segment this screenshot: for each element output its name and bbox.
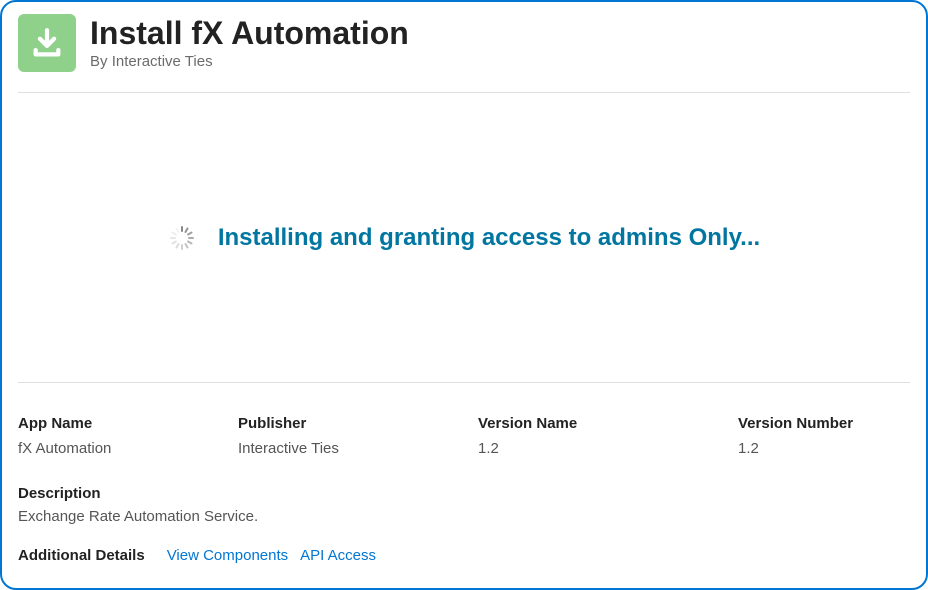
install-status-message: Installing and granting access to admins… (218, 224, 760, 252)
download-icon (18, 14, 76, 72)
description-label: Description (18, 485, 910, 502)
app-details-grid: App Name Publisher Version Name Version … (18, 383, 910, 457)
publisher-name: Interactive Ties (112, 53, 213, 70)
description-block: Description Exchange Rate Automation Ser… (18, 485, 910, 525)
version-name-value: 1.2 (478, 440, 738, 457)
publisher-label: Publisher (238, 415, 478, 432)
header-text: Install fX Automation By Interactive Tie… (90, 16, 409, 70)
spinner-icon (168, 224, 196, 252)
version-number-label: Version Number (738, 415, 910, 432)
app-name-value: fX Automation (18, 440, 238, 457)
additional-details-row: Additional Details View Components API A… (18, 547, 910, 564)
publisher-value: Interactive Ties (238, 440, 478, 457)
view-components-link[interactable]: View Components (167, 547, 288, 564)
description-value: Exchange Rate Automation Service. (18, 508, 910, 525)
api-access-link[interactable]: API Access (300, 547, 376, 564)
page-title: Install fX Automation (90, 16, 409, 51)
publisher-prefix: By (90, 53, 112, 70)
page-header: Install fX Automation By Interactive Tie… (18, 14, 910, 93)
app-name-label: App Name (18, 415, 238, 432)
version-number-value: 1.2 (738, 440, 910, 457)
additional-details-label: Additional Details (18, 547, 145, 564)
install-status-area: Installing and granting access to admins… (18, 93, 910, 383)
publisher-line: By Interactive Ties (90, 53, 409, 70)
version-name-label: Version Name (478, 415, 738, 432)
